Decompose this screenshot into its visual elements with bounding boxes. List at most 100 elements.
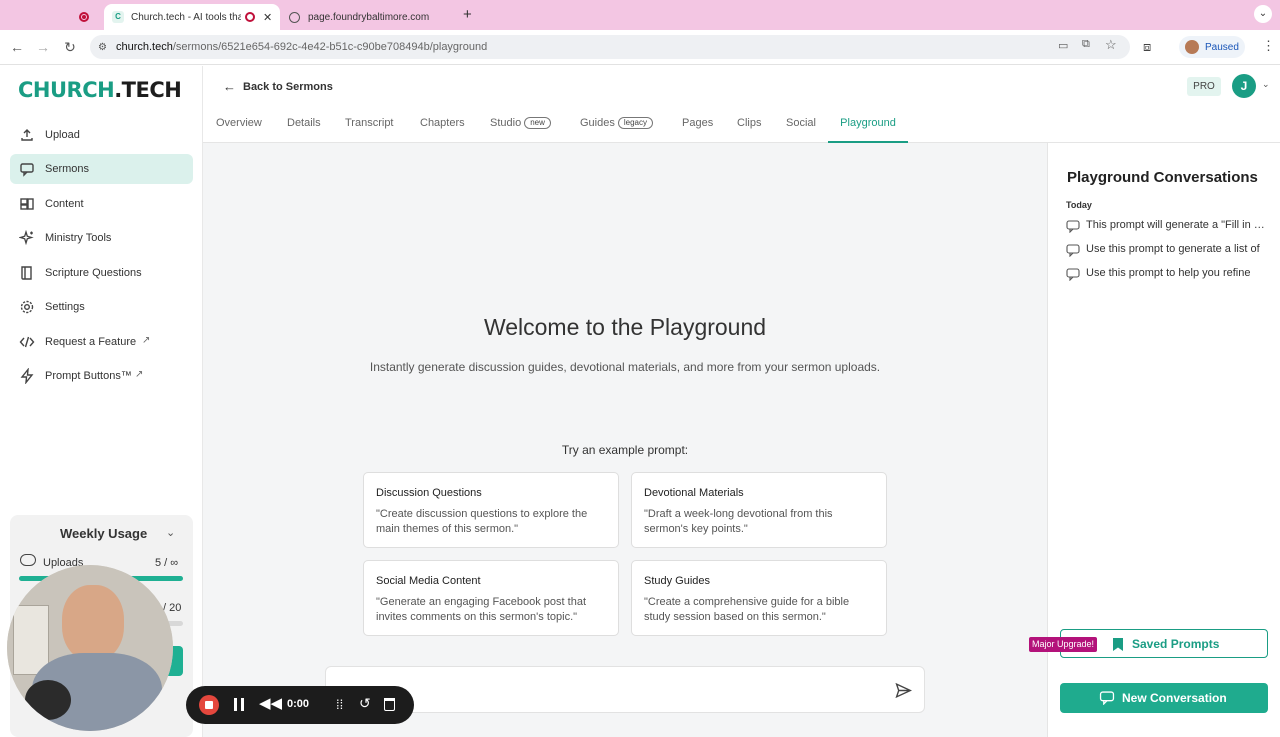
sidebar-item-prompt-buttons[interactable]: Prompt Buttons™ ↗ <box>10 361 193 391</box>
address-bar-row: ← → ↻ ⚙ church.tech/sermons/6521e654-692… <box>0 30 1280 65</box>
page-subtitle: Instantly generate discussion guides, de… <box>369 360 881 374</box>
pause-icon[interactable] <box>234 698 244 711</box>
browser-tab-strip: C Church.tech - AI tools tha ✕ page.foun… <box>0 0 1280 30</box>
sparkle-icon <box>19 230 34 246</box>
restart-icon[interactable]: ↺ <box>359 695 371 712</box>
tab-chapters[interactable]: Chapters <box>420 117 465 143</box>
chevron-down-icon[interactable]: ⌄ <box>1262 79 1270 90</box>
bookmark-star-icon[interactable]: ☆ <box>1105 37 1117 53</box>
camera-icon[interactable]: ▭ <box>1058 39 1068 52</box>
chat-bubble-icon <box>1066 220 1080 233</box>
sidebar-item-sermons[interactable]: Sermons <box>10 154 193 184</box>
tab-transcript[interactable]: Transcript <box>345 117 394 143</box>
browser-tab-recording[interactable] <box>70 4 98 30</box>
sidebar-item-upload[interactable]: Upload <box>10 120 193 150</box>
sidebar-item-ministry-tools[interactable]: Ministry Tools <box>10 223 193 253</box>
rewind-icon[interactable]: ◀◀ <box>259 694 282 712</box>
sidebar-item-label: Prompt Buttons™ <box>45 370 132 382</box>
gear-icon <box>20 300 34 314</box>
saved-prompts-label: Saved Prompts <box>1132 637 1220 651</box>
major-upgrade-badge: Major Upgrade! <box>1029 637 1098 652</box>
tab-overview[interactable]: Overview <box>216 117 262 143</box>
sidebar-item-label: Scripture Questions <box>45 267 142 279</box>
new-badge: new <box>524 117 551 129</box>
profile-avatar <box>1185 40 1199 54</box>
sidebar-item-scripture-questions[interactable]: Scripture Questions <box>10 258 193 288</box>
browser-tab-foundry[interactable]: page.foundrybaltimore.com <box>286 4 456 30</box>
example-prompt-card[interactable]: Discussion Questions "Create discussion … <box>363 472 619 548</box>
open-external-icon[interactable]: ⧉ <box>1082 38 1090 51</box>
recorder-toolbar: ◀◀ 0:00 ⁞⁞ ↺ <box>186 686 414 724</box>
arrow-left-icon: ← <box>223 79 236 94</box>
reload-icon[interactable]: ↻ <box>62 39 78 55</box>
tab-pages[interactable]: Pages <box>682 117 713 143</box>
back-arrow-icon[interactable]: ← <box>9 39 25 55</box>
trash-icon[interactable] <box>384 698 395 711</box>
conversation-label: Use this prompt to generate a list of <box>1086 243 1260 255</box>
back-to-sermons-link[interactable]: ← Back to Sermons <box>223 79 333 94</box>
tab-playground[interactable]: Playground <box>828 117 908 143</box>
example-prompt-card[interactable]: Study Guides "Create a comprehensive gui… <box>631 560 887 636</box>
profile-status: Paused <box>1205 41 1239 53</box>
sidebar-item-settings[interactable]: Settings <box>10 292 193 322</box>
webcam-bubble[interactable] <box>7 565 173 731</box>
card-title: Social Media Content <box>376 575 481 587</box>
card-description: "Generate an engaging Facebook post that… <box>376 596 586 623</box>
tab-title: page.foundrybaltimore.com <box>308 11 430 23</box>
tab-studio[interactable]: Studio new <box>490 117 551 143</box>
close-icon[interactable]: ✕ <box>263 11 272 24</box>
examples-heading: Try an example prompt: <box>561 443 689 457</box>
chat-bubble-icon <box>1099 691 1115 705</box>
recording-time: 0:00 <box>287 698 310 710</box>
user-avatar[interactable]: J <box>1232 74 1256 98</box>
upload-icon <box>21 129 33 141</box>
card-description: "Draft a week-long devotional from this … <box>644 508 833 535</box>
usage-title: Weekly Usage <box>60 526 148 541</box>
tab-clips[interactable]: Clips <box>737 117 761 143</box>
tab-details[interactable]: Details <box>287 117 321 143</box>
conversation-label: This prompt will generate a "Fill in the… <box>1086 219 1266 231</box>
send-icon[interactable] <box>895 682 912 699</box>
chat-icon <box>20 163 34 177</box>
example-prompt-card[interactable]: Social Media Content "Generate an engagi… <box>363 560 619 636</box>
sidebar-item-label: Settings <box>45 301 85 313</box>
tab-social[interactable]: Social <box>786 117 816 143</box>
profile-chip[interactable]: Paused <box>1179 36 1245 58</box>
tab-menu-chevron-icon[interactable]: ⌄ <box>1254 5 1272 23</box>
bolt-icon <box>20 368 34 384</box>
sidebar-item-label: Content <box>45 198 84 210</box>
url-bar[interactable]: ⚙ church.tech/sermons/6521e654-692c-4e42… <box>90 35 1130 59</box>
prompt-input[interactable] <box>325 666 925 713</box>
sidebar-item-label: Request a Feature <box>45 336 137 348</box>
church-tech-logo[interactable]: CHURCH.TECH <box>18 78 182 102</box>
external-link-icon: ↗ <box>142 335 151 346</box>
bookmark-icon <box>1113 638 1123 651</box>
favicon-icon: C <box>112 11 124 23</box>
new-tab-icon[interactable]: + <box>463 6 472 23</box>
forward-arrow-icon[interactable]: → <box>35 39 51 55</box>
chevron-down-icon[interactable]: ⌄ <box>166 526 175 539</box>
playground-main: Welcome to the Playground Instantly gene… <box>203 143 1047 737</box>
browser-menu-icon[interactable]: ⋮ <box>1262 38 1275 54</box>
tab-guides-label: Guides <box>580 117 615 129</box>
sidebar-item-label: Upload <box>45 129 80 141</box>
code-icon <box>19 336 35 348</box>
extensions-icon[interactable]: ⧈ <box>1143 39 1151 55</box>
conversation-label: Use this prompt to help you refine <box>1086 267 1251 279</box>
tab-guides[interactable]: Guides legacy <box>580 117 653 143</box>
example-prompt-card[interactable]: Devotional Materials "Draft a week-long … <box>631 472 887 548</box>
chat-bubble-icon <box>1066 244 1080 257</box>
back-label: Back to Sermons <box>243 80 333 93</box>
site-settings-icon[interactable]: ⚙ <box>98 42 107 53</box>
sidebar-item-request-feature[interactable]: Request a Feature ↗ <box>10 327 193 357</box>
card-description: "Create discussion questions to explore … <box>376 508 588 535</box>
webcam-microphone <box>25 680 71 720</box>
browser-tab-church-tech[interactable]: C Church.tech - AI tools tha ✕ <box>104 4 280 30</box>
panel-title: Playground Conversations <box>1067 169 1258 186</box>
stop-record-button[interactable] <box>199 695 219 715</box>
sidebar-item-content[interactable]: Content <box>10 189 193 219</box>
globe-icon <box>289 11 300 23</box>
grid-icon[interactable]: ⁞⁞ <box>336 697 343 712</box>
record-dot-icon <box>79 12 89 22</box>
new-conversation-button[interactable]: New Conversation <box>1060 683 1268 713</box>
